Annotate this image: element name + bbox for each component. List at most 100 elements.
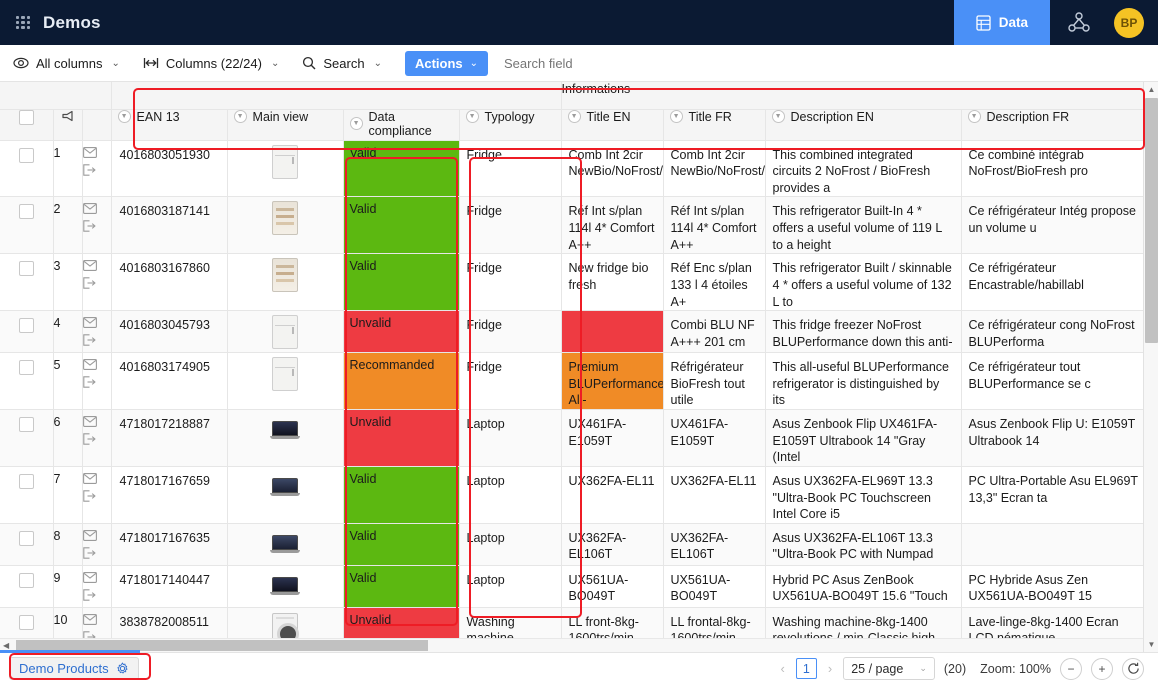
row-checkbox[interactable] [19, 360, 34, 375]
row-select-cell[interactable] [0, 353, 53, 410]
table-row[interactable]: 24016803187141ValidFridgeRéf Int s/plan … [0, 197, 1148, 254]
open-record-icon[interactable] [83, 547, 96, 559]
envelope-icon[interactable] [83, 203, 97, 214]
open-record-icon[interactable] [83, 220, 96, 232]
columns-dropdown[interactable]: Columns (22/24) ⌄ [143, 56, 291, 71]
vertical-scrollbar[interactable]: ▲ ▼ [1143, 82, 1158, 652]
table-row[interactable]: 74718017167659ValidLaptopUX362FA-EL11UX3… [0, 466, 1148, 523]
row-select-cell[interactable] [0, 565, 53, 607]
grid-apps-icon[interactable] [16, 16, 30, 30]
cell-main-view[interactable] [227, 410, 343, 467]
open-record-icon[interactable] [83, 376, 96, 388]
open-record-icon[interactable] [83, 490, 96, 502]
row-checkbox[interactable] [19, 573, 34, 588]
column-header-ean13[interactable]: ▼ EAN 13 [111, 109, 227, 140]
search-input[interactable] [504, 56, 724, 71]
row-checkbox[interactable] [19, 474, 34, 489]
row-actions-cell[interactable] [82, 353, 111, 410]
column-header-title-fr[interactable]: ▼ Title FR [663, 109, 765, 140]
row-checkbox[interactable] [19, 261, 34, 276]
table-row[interactable]: 64718017218887UnvalidLaptopUX461FA-E1059… [0, 410, 1148, 467]
table-row[interactable]: 54016803174905RecommandedFridgePremium B… [0, 353, 1148, 410]
cell-main-view[interactable] [227, 311, 343, 353]
gear-icon[interactable] [116, 662, 129, 675]
next-page-button[interactable]: › [826, 661, 834, 676]
envelope-icon[interactable] [83, 473, 97, 484]
vertical-scrollbar-thumb[interactable] [1145, 98, 1158, 343]
table-row[interactable]: 14016803051930ValidFridgeComb Int 2cir N… [0, 140, 1148, 197]
envelope-icon[interactable] [83, 614, 97, 625]
scroll-up-arrow-icon[interactable]: ▲ [1144, 82, 1158, 97]
row-select-cell[interactable] [0, 410, 53, 467]
zoom-out-button[interactable]: − [1060, 658, 1082, 680]
cell-main-view[interactable] [227, 565, 343, 607]
scroll-down-arrow-icon[interactable]: ▼ [1144, 637, 1158, 652]
row-select-cell[interactable] [0, 523, 53, 565]
row-actions-cell[interactable] [82, 565, 111, 607]
row-select-cell[interactable] [0, 254, 53, 311]
chevron-down-icon[interactable]: ▼ [968, 110, 981, 123]
chevron-down-icon[interactable]: ▼ [772, 110, 785, 123]
column-header-description-en[interactable]: ▼ Description EN [765, 109, 961, 140]
open-record-icon[interactable] [83, 589, 96, 601]
chevron-down-icon[interactable]: ▼ [670, 110, 683, 123]
open-record-icon[interactable] [83, 433, 96, 445]
all-columns-dropdown[interactable]: All columns ⌄ [13, 56, 131, 71]
column-header-main-view[interactable]: ▼ Main view [227, 109, 343, 140]
actions-button[interactable]: Actions ⌄ [405, 51, 488, 76]
envelope-icon[interactable] [83, 572, 97, 583]
row-select-cell[interactable] [0, 140, 53, 197]
row-actions-cell[interactable] [82, 523, 111, 565]
cell-main-view[interactable] [227, 197, 343, 254]
table-row[interactable]: 34016803167860ValidFridgeNew fridge bio … [0, 254, 1148, 311]
refresh-button[interactable] [1122, 658, 1144, 680]
chevron-down-icon[interactable]: ▼ [568, 110, 581, 123]
table-row[interactable]: 44016803045793UnvalidFridgeCombi BLU NF … [0, 311, 1148, 353]
avatar[interactable]: BP [1114, 8, 1144, 38]
cell-main-view[interactable] [227, 466, 343, 523]
cell-main-view[interactable] [227, 140, 343, 197]
cell-main-view[interactable] [227, 353, 343, 410]
envelope-icon[interactable] [83, 416, 97, 427]
chevron-down-icon[interactable]: ▼ [118, 110, 131, 123]
horizontal-scrollbar[interactable]: ◀ [0, 638, 1143, 652]
search-dropdown[interactable]: Search ⌄ [302, 56, 393, 71]
row-actions-cell[interactable] [82, 311, 111, 353]
row-select-cell[interactable] [0, 466, 53, 523]
table-row[interactable]: 84718017167635ValidLaptopUX362FA-EL106TU… [0, 523, 1148, 565]
open-record-icon[interactable] [83, 334, 96, 346]
open-record-icon[interactable] [83, 164, 96, 176]
chevron-down-icon[interactable]: ▼ [350, 117, 363, 130]
open-record-icon[interactable] [83, 277, 96, 289]
column-header-description-fr[interactable]: ▼ Description FR [961, 109, 1148, 140]
row-checkbox[interactable] [19, 318, 34, 333]
envelope-icon[interactable] [83, 359, 97, 370]
row-checkbox[interactable] [19, 615, 34, 630]
nav-tab-data[interactable]: Data [954, 0, 1050, 45]
row-select-cell[interactable] [0, 311, 53, 353]
page-number-1[interactable]: 1 [796, 658, 817, 679]
column-header-title-en[interactable]: ▼ Title EN [561, 109, 663, 140]
row-actions-cell[interactable] [82, 466, 111, 523]
prev-page-button[interactable]: ‹ [779, 661, 787, 676]
network-graph-icon[interactable] [1050, 0, 1108, 45]
sheet-tab-demo-products[interactable]: Demo Products [9, 657, 139, 680]
column-header-data-compliance[interactable]: ▼ Data compliance [343, 109, 459, 140]
envelope-icon[interactable] [83, 530, 97, 541]
chevron-down-icon[interactable]: ▼ [234, 110, 247, 123]
table-row[interactable]: 94718017140447ValidLaptopUX561UA-BO049TU… [0, 565, 1148, 607]
row-actions-cell[interactable] [82, 254, 111, 311]
page-size-select[interactable]: 25 / page ⌄ [843, 657, 935, 680]
row-checkbox[interactable] [19, 417, 34, 432]
row-actions-cell[interactable] [82, 197, 111, 254]
row-checkbox[interactable] [19, 204, 34, 219]
row-checkbox[interactable] [19, 531, 34, 546]
zoom-in-button[interactable]: + [1091, 658, 1113, 680]
scroll-left-arrow-icon[interactable]: ◀ [3, 641, 9, 650]
envelope-icon[interactable] [83, 260, 97, 271]
row-checkbox[interactable] [19, 148, 34, 163]
cell-main-view[interactable] [227, 254, 343, 311]
envelope-icon[interactable] [83, 317, 97, 328]
select-all-checkbox[interactable] [19, 110, 34, 125]
row-select-cell[interactable] [0, 197, 53, 254]
